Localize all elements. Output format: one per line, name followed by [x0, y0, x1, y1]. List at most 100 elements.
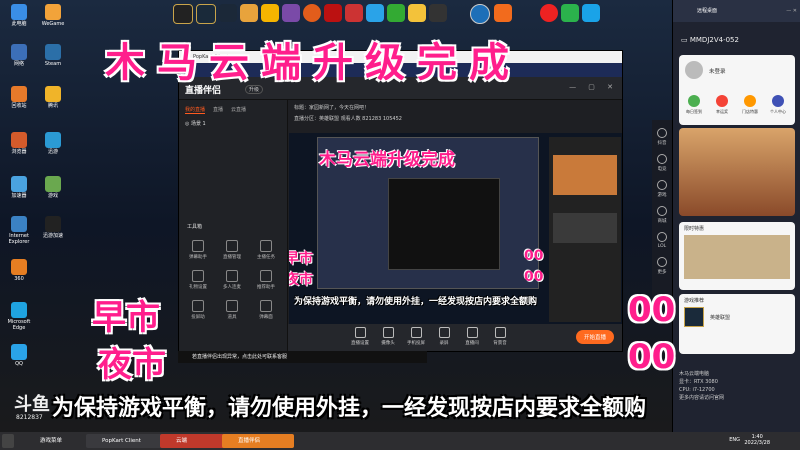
remote-desktop-header[interactable]: 远程桌面 — ✕: [673, 0, 800, 22]
netease-music-icon[interactable]: [540, 4, 558, 22]
desktop-icon[interactable]: 迅游: [36, 132, 70, 155]
side-tab[interactable]: 商城: [652, 206, 672, 224]
user-icon: [772, 95, 784, 107]
side-tab[interactable]: LOL: [652, 232, 672, 249]
quick-store[interactable]: 门店特惠: [741, 95, 759, 115]
control-phone-cast[interactable]: 手机投屏: [404, 327, 428, 346]
close-icon[interactable]: — ✕: [786, 0, 797, 22]
desktop-icon[interactable]: WeGame: [36, 4, 70, 27]
card-title: 限时特惠: [684, 226, 705, 232]
room-icon: [466, 327, 478, 338]
tool-item[interactable]: 弹幕助手: [183, 240, 213, 260]
side-tab[interactable]: 更多: [652, 257, 672, 275]
top-app-strip-3: [540, 4, 600, 22]
lol-icon: [684, 307, 704, 327]
side-tab[interactable]: 电竞: [652, 154, 672, 172]
taskbar-item[interactable]: PopKart Client: [86, 434, 162, 448]
start-button[interactable]: [2, 434, 14, 448]
avatar[interactable]: [685, 61, 703, 79]
start-live-button[interactable]: 开始直播: [575, 330, 614, 344]
app-icon[interactable]: [470, 4, 490, 24]
tool-item[interactable]: 多人连麦: [217, 270, 247, 290]
game-icon[interactable]: [582, 4, 600, 22]
quick-lucky[interactable]: 幸运奖: [713, 95, 731, 115]
control-room[interactable]: 直播间: [460, 327, 484, 346]
language-indicator[interactable]: ENG: [729, 437, 740, 443]
tab-live[interactable]: 直播: [213, 106, 223, 114]
danmu-icon: [192, 240, 204, 252]
taskbar: 游戏菜单 PopKart Client 云端 直播伴侣 ENG 1:40 202…: [0, 432, 800, 450]
control-live-settings[interactable]: 直播设置: [348, 327, 372, 346]
app-icon[interactable]: [429, 4, 447, 22]
control-record[interactable]: 录屏: [432, 327, 456, 346]
xunyou-icon: [45, 132, 61, 148]
tool-item[interactable]: 弹幕面: [251, 300, 281, 320]
side-tab[interactable]: 游戏: [652, 180, 672, 198]
control-bgm[interactable]: 背景音: [488, 327, 512, 346]
game-icon[interactable]: [494, 4, 512, 22]
overwatch-icon[interactable]: [240, 4, 258, 22]
tool-item[interactable]: 道具: [217, 300, 247, 320]
prop-icon: [226, 300, 238, 312]
cast-icon: [192, 300, 204, 312]
promo-banner[interactable]: [679, 128, 795, 216]
desktop-icon[interactable]: 浏览器: [2, 132, 36, 155]
nested-banner: 为保持游戏平衡，请勿使用外挂，一经发现按店内要求全额购: [294, 297, 538, 307]
desktop-icon[interactable]: 迅游加速: [36, 216, 70, 239]
top-app-strip: [173, 4, 447, 26]
tool-item[interactable]: 直播管理: [217, 240, 247, 260]
side-tab-strip: 抖音 电竞 游戏 商城 LOL 更多: [652, 120, 672, 310]
control-camera[interactable]: 摄像头: [376, 327, 400, 346]
tool-item[interactable]: 主播任务: [251, 240, 281, 260]
system-info: 木马云端电脑 显卡：RTX 3080 CPU: i7-12700 更多内容请访问…: [679, 371, 725, 401]
scene-item[interactable]: ◎ 场景 1: [179, 116, 287, 131]
tool-item[interactable]: 推荐助手: [251, 270, 281, 290]
lol-icon[interactable]: [196, 4, 216, 24]
steam-icon[interactable]: [219, 4, 237, 22]
clock[interactable]: 1:40 2022/3/28: [744, 434, 770, 446]
game-icon[interactable]: [345, 4, 363, 22]
quick-sign-in[interactable]: 每日签到: [685, 95, 703, 115]
game-recommend-card[interactable]: 游戏推荐 英雄联盟: [679, 294, 795, 354]
dota-icon[interactable]: [324, 4, 342, 22]
desktop-icon[interactable]: 加速器: [2, 176, 36, 199]
login-status[interactable]: 未登录: [709, 67, 726, 75]
tab-my-live[interactable]: 我的直播: [185, 106, 206, 114]
desktop-icon[interactable]: 回收站: [2, 86, 36, 109]
notice-bar[interactable]: 若直播伴侣出现异常，点击此处可联系客服: [178, 351, 427, 363]
limited-offer-card[interactable]: 限时特惠: [679, 222, 795, 290]
pubg-icon[interactable]: [261, 4, 279, 22]
desktop-icon[interactable]: 腾讯: [36, 86, 70, 109]
video-icon[interactable]: [561, 4, 579, 22]
desktop-icon[interactable]: 360: [2, 259, 36, 282]
desktop-icon[interactable]: Microsoft Edge: [2, 302, 36, 331]
taskbar-item[interactable]: 直播伴侣: [222, 434, 294, 448]
steam-icon: [45, 44, 61, 60]
task-icon: [260, 240, 272, 252]
game-icon[interactable]: [282, 4, 300, 22]
qq-icon[interactable]: [366, 4, 384, 22]
desktop-icon[interactable]: QQ: [2, 344, 36, 367]
desktop-icon[interactable]: 游戏: [36, 176, 70, 199]
game-icon[interactable]: [408, 4, 426, 22]
nested-night: 夜市: [289, 272, 313, 288]
tab-cloud-live[interactable]: 云直播: [231, 106, 246, 114]
desktop-icon[interactable]: 网络: [2, 44, 36, 67]
wechat-icon[interactable]: [387, 4, 405, 22]
tool-item[interactable]: 投屏助: [183, 300, 213, 320]
desktop-icon[interactable]: Steam: [36, 44, 70, 67]
douyu-logo: 斗鱼: [14, 394, 50, 415]
window-controls[interactable]: — ▢ ✕: [569, 83, 618, 91]
taskbar-item[interactable]: 游戏菜单: [24, 434, 90, 448]
tool-item[interactable]: 礼物设置: [183, 270, 213, 290]
basketball-icon[interactable]: [303, 4, 321, 22]
nested-window: [388, 178, 500, 270]
side-tab[interactable]: 抖音: [652, 128, 672, 146]
nested-title: 木马云端升级完成: [319, 150, 455, 170]
app-icon[interactable]: [173, 4, 193, 24]
desktop-icon[interactable]: Internet Explorer: [2, 216, 36, 245]
taskbar-item[interactable]: 云端: [160, 434, 226, 448]
stream-title[interactable]: 标题：家园新网了，今天在网吧！: [288, 100, 622, 111]
desktop-icon[interactable]: 此电脑: [2, 4, 36, 27]
quick-profile[interactable]: 个人中心: [769, 95, 787, 115]
